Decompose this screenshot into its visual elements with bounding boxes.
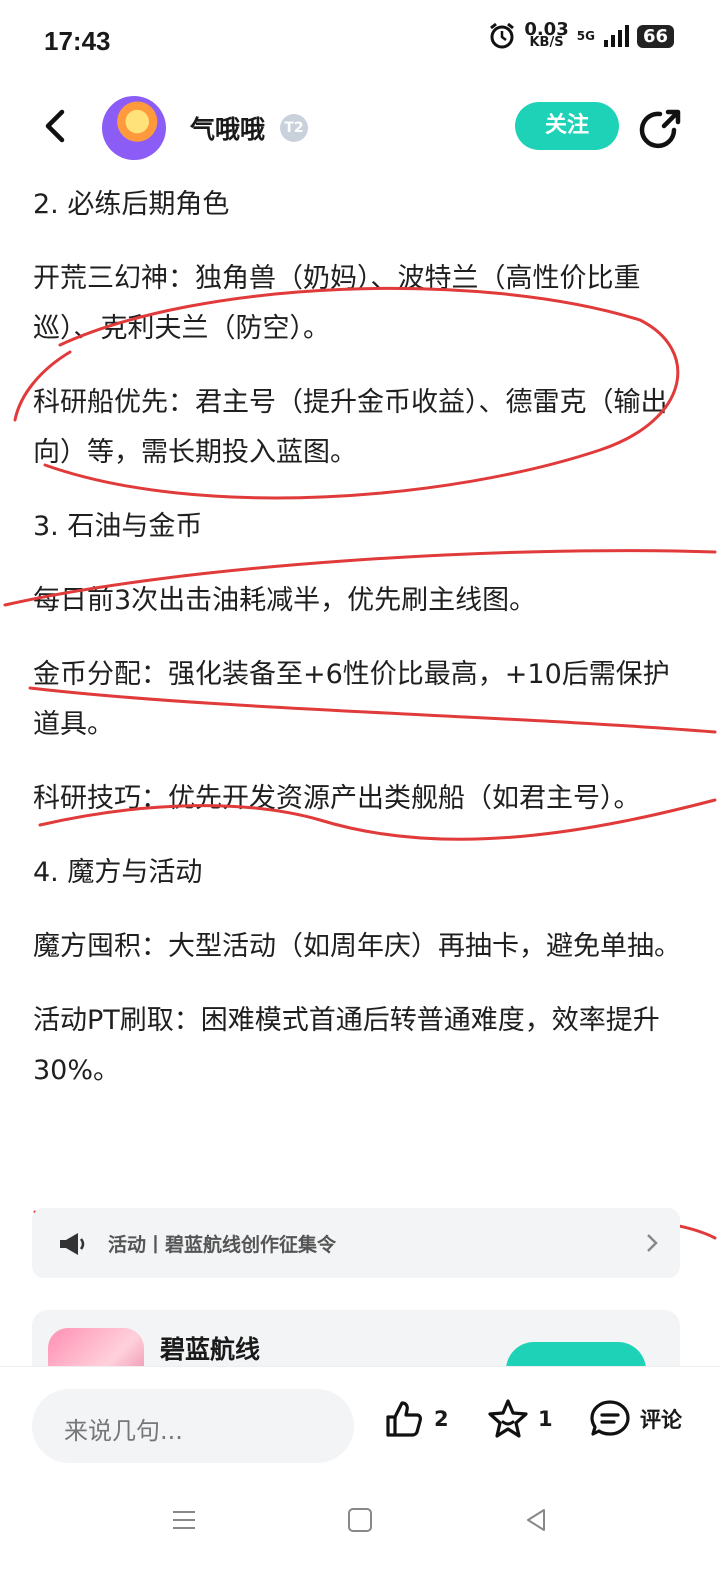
paragraph: 科研技巧：优先开发资源产出类舰船（如君主号）。	[33, 783, 641, 814]
status-icons: 0.03 KB/S 5G 66	[488, 19, 674, 50]
paragraph: 开荒三幻神：独角兽（奶妈）、波特兰（高性价比重巡）、克利夫兰（防空）。	[33, 263, 641, 344]
like-count: 2	[434, 1407, 449, 1431]
comment-bubble-icon	[590, 1400, 630, 1436]
post-header: 气哦哦 T2 关注	[0, 86, 720, 174]
signal-type: 5G	[576, 29, 595, 43]
paragraph: 科研船优先：君主号（提升金币收益）、德雷克（输出向）等，需长期投入蓝图。	[33, 387, 668, 468]
menu-icon[interactable]	[170, 1506, 198, 1534]
share-icon[interactable]	[638, 106, 684, 152]
comment-input[interactable]: 来说几句...	[32, 1389, 354, 1463]
paragraph: 活动PT刷取：困难模式首通后转普通难度，效率提升30%。	[33, 1005, 660, 1086]
system-nav-bar	[0, 1484, 720, 1584]
author-avatar[interactable]	[102, 96, 166, 160]
status-time: 17:43	[44, 26, 111, 56]
paragraph: 金币分配：强化装备至+6性价比最高，+10后需保护道具。	[33, 659, 670, 740]
alarm-icon	[490, 22, 515, 49]
comment-label: 评论	[640, 1408, 682, 1432]
article-body: 2. 必练后期角色 开荒三幻神：独角兽（奶妈）、波特兰（高性价比重巡）、克利夫兰…	[33, 180, 693, 1096]
comment-button[interactable]: 评论	[588, 1397, 682, 1441]
net-speed: 0.03 KB/S	[524, 19, 569, 50]
chevron-right-icon	[647, 1234, 658, 1252]
back-triangle-icon[interactable]	[522, 1506, 550, 1534]
section-4-title: 4. 魔方与活动	[33, 857, 203, 888]
status-bar: 17:43 0.03 KB/S 5G 66	[0, 0, 720, 84]
author-name[interactable]: 气哦哦	[190, 110, 265, 146]
back-arrow-icon[interactable]	[36, 106, 76, 146]
signal-icon	[603, 25, 629, 47]
favorite-count: 1	[538, 1407, 553, 1431]
battery-indicator: 66	[636, 24, 674, 48]
like-button[interactable]: 2	[382, 1397, 449, 1441]
paragraph: 魔方囤积：大型活动（如周年庆）再抽卡，避免单抽。	[33, 931, 681, 962]
thumbs-up-icon	[386, 1401, 422, 1437]
follow-button[interactable]: 关注	[515, 102, 619, 150]
activity-label: 活动丨碧蓝航线创作征集令	[108, 1234, 337, 1256]
section-2-title: 2. 必练后期角色	[33, 189, 230, 220]
comment-placeholder: 来说几句...	[64, 1417, 183, 1445]
paragraph: 每日前3次出击油耗减半，优先刷主线图。	[33, 585, 537, 616]
section-3-title: 3. 石油与金币	[33, 511, 203, 542]
star-icon	[488, 1399, 528, 1438]
game-name: 碧蓝航线	[160, 1335, 261, 1364]
favorite-button[interactable]: 1	[486, 1397, 553, 1441]
megaphone-icon	[60, 1233, 85, 1255]
home-square-icon[interactable]	[346, 1506, 374, 1534]
bottom-action-bar: 来说几句... 2 1 评论	[0, 1366, 720, 1485]
activity-banner[interactable]: 活动丨碧蓝航线创作征集令	[32, 1208, 680, 1278]
level-badge: T2	[280, 114, 308, 142]
